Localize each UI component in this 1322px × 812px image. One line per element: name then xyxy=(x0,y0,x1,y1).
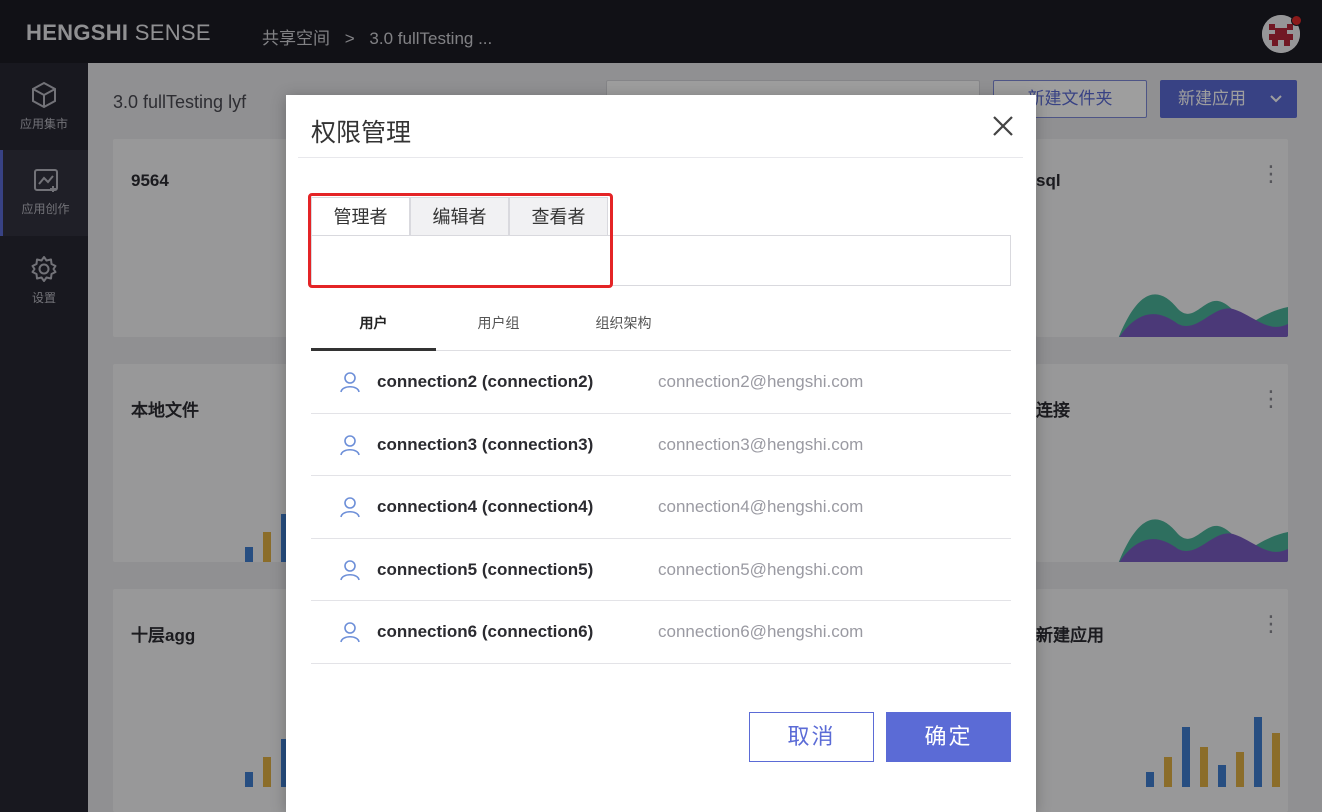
role-member-field[interactable] xyxy=(311,235,1011,286)
user-icon xyxy=(339,559,361,586)
user-email: connection6@hengshi.com xyxy=(658,622,864,641)
list-item[interactable]: connection5 (connection5) connection5@he… xyxy=(311,539,1011,601)
tab-user-groups[interactable]: 用户组 xyxy=(436,307,561,351)
user-icon xyxy=(339,621,361,648)
user-icon xyxy=(339,496,361,523)
member-type-tabs: 用户 用户组 组织架构 xyxy=(311,307,1011,351)
cancel-button[interactable]: 取消 xyxy=(749,712,874,762)
tab-manager[interactable]: 管理者 xyxy=(311,197,410,238)
user-email: connection3@hengshi.com xyxy=(658,434,864,454)
list-item[interactable]: connection6 (connection6) connection6@he… xyxy=(311,601,1011,664)
user-name: connection4 (connection4) xyxy=(377,497,594,516)
user-name: connection6 (connection6) xyxy=(377,622,594,641)
user-list: connection2 (connection2) connection2@he… xyxy=(311,351,1011,664)
list-item[interactable]: connection2 (connection2) connection2@he… xyxy=(311,351,1011,414)
permission-dialog: 权限管理 管理者 编辑者 查看者 用户 用户组 组织架构 connection2… xyxy=(286,95,1036,812)
user-email: connection2@hengshi.com xyxy=(658,372,864,391)
user-icon xyxy=(339,434,361,461)
tab-users[interactable]: 用户 xyxy=(311,307,436,351)
user-name: connection5 (connection5) xyxy=(377,559,594,579)
confirm-button[interactable]: 确定 xyxy=(886,712,1011,762)
dialog-divider xyxy=(298,157,1023,158)
list-item[interactable]: connection3 (connection3) connection3@he… xyxy=(311,414,1011,476)
dialog-title: 权限管理 xyxy=(311,119,412,147)
user-email: connection5@hengshi.com xyxy=(658,559,864,579)
tab-editor[interactable]: 编辑者 xyxy=(410,197,509,237)
user-name: connection3 (connection3) xyxy=(377,434,594,454)
close-icon[interactable] xyxy=(988,111,1018,141)
user-icon xyxy=(339,371,361,398)
user-name: connection2 (connection2) xyxy=(377,372,594,391)
tab-org-structure[interactable]: 组织架构 xyxy=(561,307,686,351)
user-email: connection4@hengshi.com xyxy=(658,497,864,516)
tab-viewer[interactable]: 查看者 xyxy=(509,197,608,237)
list-item[interactable]: connection4 (connection4) connection4@he… xyxy=(311,476,1011,539)
